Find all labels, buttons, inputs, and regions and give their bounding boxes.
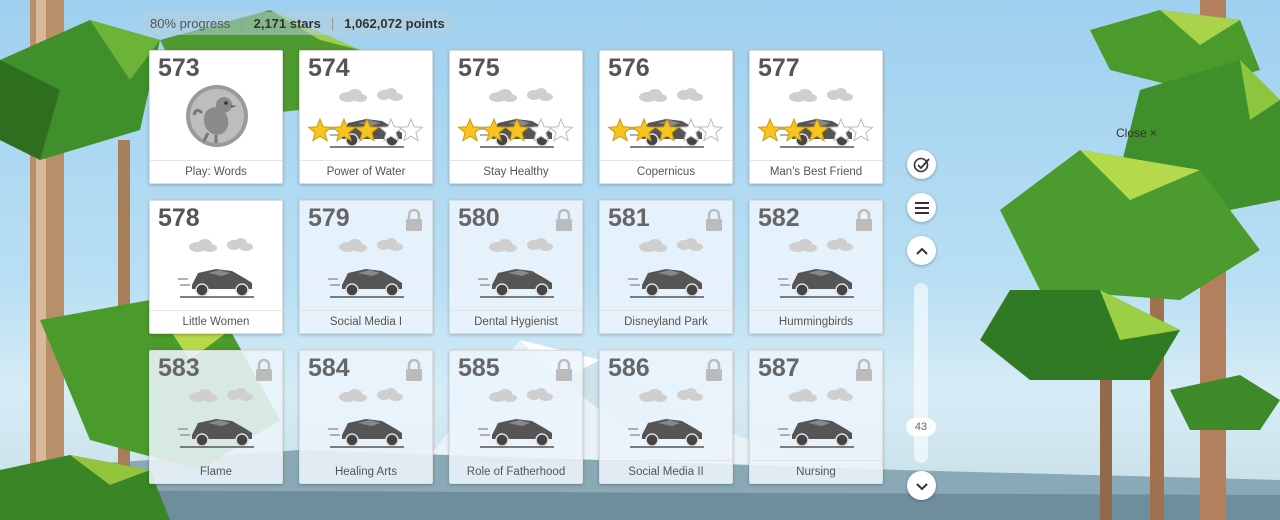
stats-separator: |	[330, 16, 335, 31]
scroll-track[interactable]	[914, 283, 928, 463]
lesson-tile[interactable]: 573 Play: Words	[149, 50, 283, 184]
lesson-title: Power of Water	[300, 160, 432, 183]
lesson-number: 579	[308, 204, 350, 232]
lesson-title: Role of Fatherhood	[450, 460, 582, 483]
lesson-title: Little Women	[150, 310, 282, 333]
lesson-title: Play: Words	[150, 160, 282, 183]
lock-icon	[856, 209, 872, 231]
lesson-number: 583	[158, 354, 200, 382]
progress-text: 80% progress	[150, 16, 231, 31]
race-car-icon	[457, 88, 574, 148]
lesson-tile[interactable]: 579 Social Media I	[299, 200, 433, 334]
scroll-thumb[interactable]: 43	[906, 418, 936, 436]
lesson-grid: 573 Play: Words 574 Power of Water 575 Stay H…	[149, 50, 883, 484]
race-car-icon	[778, 238, 854, 298]
race-car-icon	[328, 388, 404, 448]
lesson-tile[interactable]: 576 Copernicus	[599, 50, 733, 184]
race-car-icon	[178, 388, 254, 448]
stats-separator: |	[240, 16, 244, 31]
race-car-icon	[478, 238, 554, 298]
star-empty-icon	[698, 117, 724, 142]
race-car-icon	[328, 238, 404, 298]
lesson-number: 575	[458, 54, 500, 82]
lesson-tile[interactable]: 578 Little Women	[149, 200, 283, 334]
lesson-title: Social Media II	[600, 460, 732, 483]
lesson-number: 584	[308, 354, 350, 382]
lesson-number: 574	[308, 54, 350, 82]
lesson-title: Healing Arts	[300, 460, 432, 483]
lesson-title: Disneyland Park	[600, 310, 732, 333]
race-car-icon	[478, 388, 554, 448]
lesson-number: 581	[608, 204, 650, 232]
menu-button[interactable]	[907, 193, 936, 222]
lesson-title: Hummingbirds	[750, 310, 882, 333]
lesson-title: Man's Best Friend	[750, 160, 882, 183]
lesson-tile[interactable]: 580 Dental Hygienist	[449, 200, 583, 334]
lesson-title: Flame	[150, 460, 282, 483]
scroll-up-button[interactable]	[907, 236, 936, 265]
lesson-tile[interactable]: 577 Man's Best Friend	[749, 50, 883, 184]
check-progress-button[interactable]	[907, 150, 936, 179]
lesson-number: 573	[158, 54, 200, 82]
lock-icon	[706, 209, 722, 231]
lesson-number: 580	[458, 204, 500, 232]
race-car-icon	[607, 88, 724, 148]
check-circle-icon	[913, 157, 930, 172]
race-car-icon	[628, 238, 704, 298]
lock-icon	[406, 359, 422, 381]
points-count: 1,062,072 points	[344, 16, 445, 31]
star-empty-icon	[848, 117, 874, 142]
star-filled-icon	[757, 117, 783, 142]
lesson-title: Copernicus	[600, 160, 732, 183]
race-car-icon	[307, 88, 424, 148]
lesson-tile[interactable]: 583 Flame	[149, 350, 283, 484]
lesson-number: 578	[158, 204, 200, 232]
lesson-title: Stay Healthy	[450, 160, 582, 183]
lock-icon	[706, 359, 722, 381]
lesson-number: 582	[758, 204, 800, 232]
lock-icon	[406, 209, 422, 231]
lesson-tile[interactable]: 585 Role of Fatherhood	[449, 350, 583, 484]
chevron-up-icon	[915, 247, 928, 255]
stars-count: 2,171 stars	[253, 16, 321, 31]
close-label: Close	[1116, 126, 1147, 140]
lesson-number: 587	[758, 354, 800, 382]
lesson-title: Dental Hygienist	[450, 310, 582, 333]
scroll-down-button[interactable]	[907, 471, 936, 500]
star-filled-icon	[457, 117, 483, 142]
star-filled-icon	[607, 117, 633, 142]
chevron-down-icon	[915, 482, 928, 490]
race-car-icon	[757, 88, 874, 148]
lesson-tile[interactable]: 575 Stay Healthy	[449, 50, 583, 184]
lesson-tile[interactable]: 587 Nursing	[749, 350, 883, 484]
chick-badge-icon	[186, 85, 248, 147]
lesson-number: 585	[458, 354, 500, 382]
lock-icon	[556, 209, 572, 231]
star-filled-icon	[307, 117, 333, 142]
lock-icon	[256, 359, 272, 381]
lock-icon	[556, 359, 572, 381]
race-car-icon	[178, 238, 254, 298]
lesson-title: Social Media I	[300, 310, 432, 333]
lesson-tile[interactable]: 582 Hummingbirds	[749, 200, 883, 334]
lesson-number: 576	[608, 54, 650, 82]
race-car-icon	[778, 388, 854, 448]
lesson-number: 577	[758, 54, 800, 82]
lesson-number: 586	[608, 354, 650, 382]
close-button[interactable]: Close ×	[1116, 126, 1157, 140]
lesson-tile[interactable]: 581 Disneyland Park	[599, 200, 733, 334]
star-empty-icon	[398, 117, 424, 142]
menu-icon	[914, 201, 929, 214]
race-car-icon	[628, 388, 704, 448]
lesson-tile[interactable]: 584 Healing Arts	[299, 350, 433, 484]
star-empty-icon	[548, 117, 574, 142]
close-icon: ×	[1149, 126, 1157, 140]
lesson-tile[interactable]: 574 Power of Water	[299, 50, 433, 184]
lesson-title: Nursing	[750, 460, 882, 483]
stats-bar: 80% progress | 2,171 stars | 1,062,072 p…	[141, 12, 454, 35]
lesson-tile[interactable]: 586 Social Media II	[599, 350, 733, 484]
lock-icon	[856, 359, 872, 381]
